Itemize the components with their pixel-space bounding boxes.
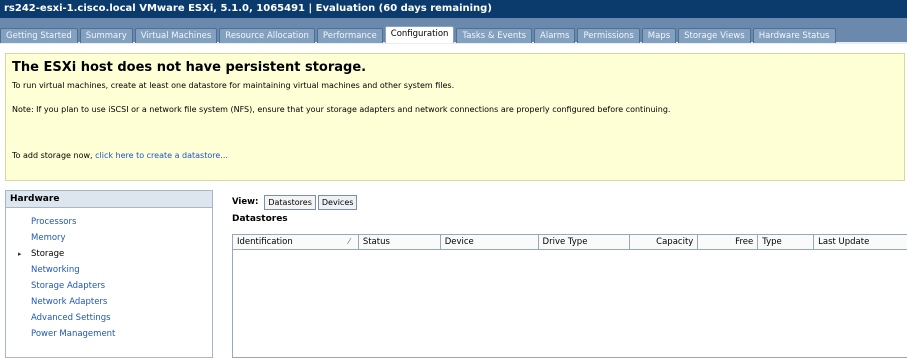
tab-getting-started[interactable]: Getting Started — [0, 28, 78, 43]
sidebar-item-label: Processors — [31, 217, 77, 227]
sidebar-item-label: Networking — [31, 265, 80, 275]
column-header-drive-type[interactable]: Drive Type — [539, 235, 631, 249]
sidebar-item-networking[interactable]: Networking — [6, 262, 212, 278]
selected-arrow-icon: ▸ — [18, 250, 22, 258]
hardware-header: Hardware — [6, 191, 212, 208]
tab-summary[interactable]: Summary — [79, 28, 133, 43]
tab-hardware-status[interactable]: Hardware Status — [752, 28, 836, 43]
sidebar-item-label: Storage — [31, 249, 65, 259]
column-header-capacity[interactable]: Capacity — [630, 235, 699, 249]
column-header-device[interactable]: Device — [441, 235, 539, 249]
sidebar-item-advanced-settings[interactable]: Advanced Settings — [6, 310, 212, 326]
tab-permissions[interactable]: Permissions — [577, 28, 640, 43]
view-switcher: View: Datastores Devices — [232, 194, 359, 210]
sidebar-item-label: Memory — [31, 233, 66, 243]
notice-line-2: Note: If you plan to use iSCSI or a netw… — [12, 105, 671, 114]
sidebar-item-power-management[interactable]: Power Management — [6, 326, 212, 342]
notice-title: The ESXi host does not have persistent s… — [12, 60, 367, 75]
column-header-free[interactable]: Free — [698, 235, 759, 249]
sidebar-item-label: Power Management — [31, 329, 116, 339]
datastores-title: Datastores — [232, 214, 288, 224]
create-datastore-link[interactable]: click here to create a datastore... — [95, 151, 228, 160]
datastores-table: Identification ⁄ Status Device Drive Type… — [232, 234, 907, 358]
tab-tasks-events[interactable]: Tasks & Events — [456, 28, 533, 43]
devices-view-button[interactable]: Devices — [317, 194, 358, 210]
column-header-last-update[interactable]: Last Update — [814, 235, 907, 249]
sidebar-item-processors[interactable]: Processors — [6, 214, 212, 230]
notice-line-3-prefix: To add storage now, — [12, 151, 96, 160]
notice-line-1: To run virtual machines, create at least… — [12, 81, 455, 90]
datastores-table-header: Identification ⁄ Status Device Drive Type… — [233, 235, 907, 250]
sidebar-item-label: Storage Adapters — [31, 281, 106, 291]
notice-line-3: To add storage now, click here to create… — [12, 151, 228, 160]
sidebar-item-label: Network Adapters — [31, 297, 108, 307]
tab-performance[interactable]: Performance — [316, 28, 383, 43]
column-header-identification[interactable]: Identification ⁄ — [233, 235, 359, 249]
hardware-panel: Hardware Processors Memory ▸ Storage Netw… — [5, 190, 213, 358]
sort-ascending-icon: ⁄ — [348, 237, 350, 246]
sidebar-item-label: Advanced Settings — [31, 313, 111, 323]
tab-configuration[interactable]: Configuration — [384, 26, 455, 43]
tab-strip: Getting Started Summary Virtual Machines… — [0, 26, 838, 44]
column-header-status[interactable]: Status — [359, 235, 441, 249]
tab-maps[interactable]: Maps — [641, 28, 677, 43]
sidebar-item-storage-adapters[interactable]: Storage Adapters — [6, 278, 212, 294]
datastores-view-button[interactable]: Datastores — [264, 194, 316, 210]
tab-virtual-machines[interactable]: Virtual Machines — [134, 28, 218, 43]
window-title: rs242-esxi-1.cisco.local VMware ESXi, 5.… — [0, 0, 907, 18]
no-storage-notice: The ESXi host does not have persistent s… — [5, 53, 905, 181]
sidebar-item-storage[interactable]: ▸ Storage — [6, 246, 212, 262]
view-label: View: — [232, 197, 259, 207]
tab-alarms[interactable]: Alarms — [534, 28, 576, 43]
sidebar-item-memory[interactable]: Memory — [6, 230, 212, 246]
tab-storage-views[interactable]: Storage Views — [678, 28, 751, 43]
tab-resource-allocation[interactable]: Resource Allocation — [219, 28, 315, 43]
storage-content: View: Datastores Devices Datastores Iden… — [232, 190, 907, 358]
sidebar-item-network-adapters[interactable]: Network Adapters — [6, 294, 212, 310]
tab-bar: Getting Started Summary Virtual Machines… — [0, 18, 907, 44]
column-header-type[interactable]: Type — [758, 235, 815, 249]
